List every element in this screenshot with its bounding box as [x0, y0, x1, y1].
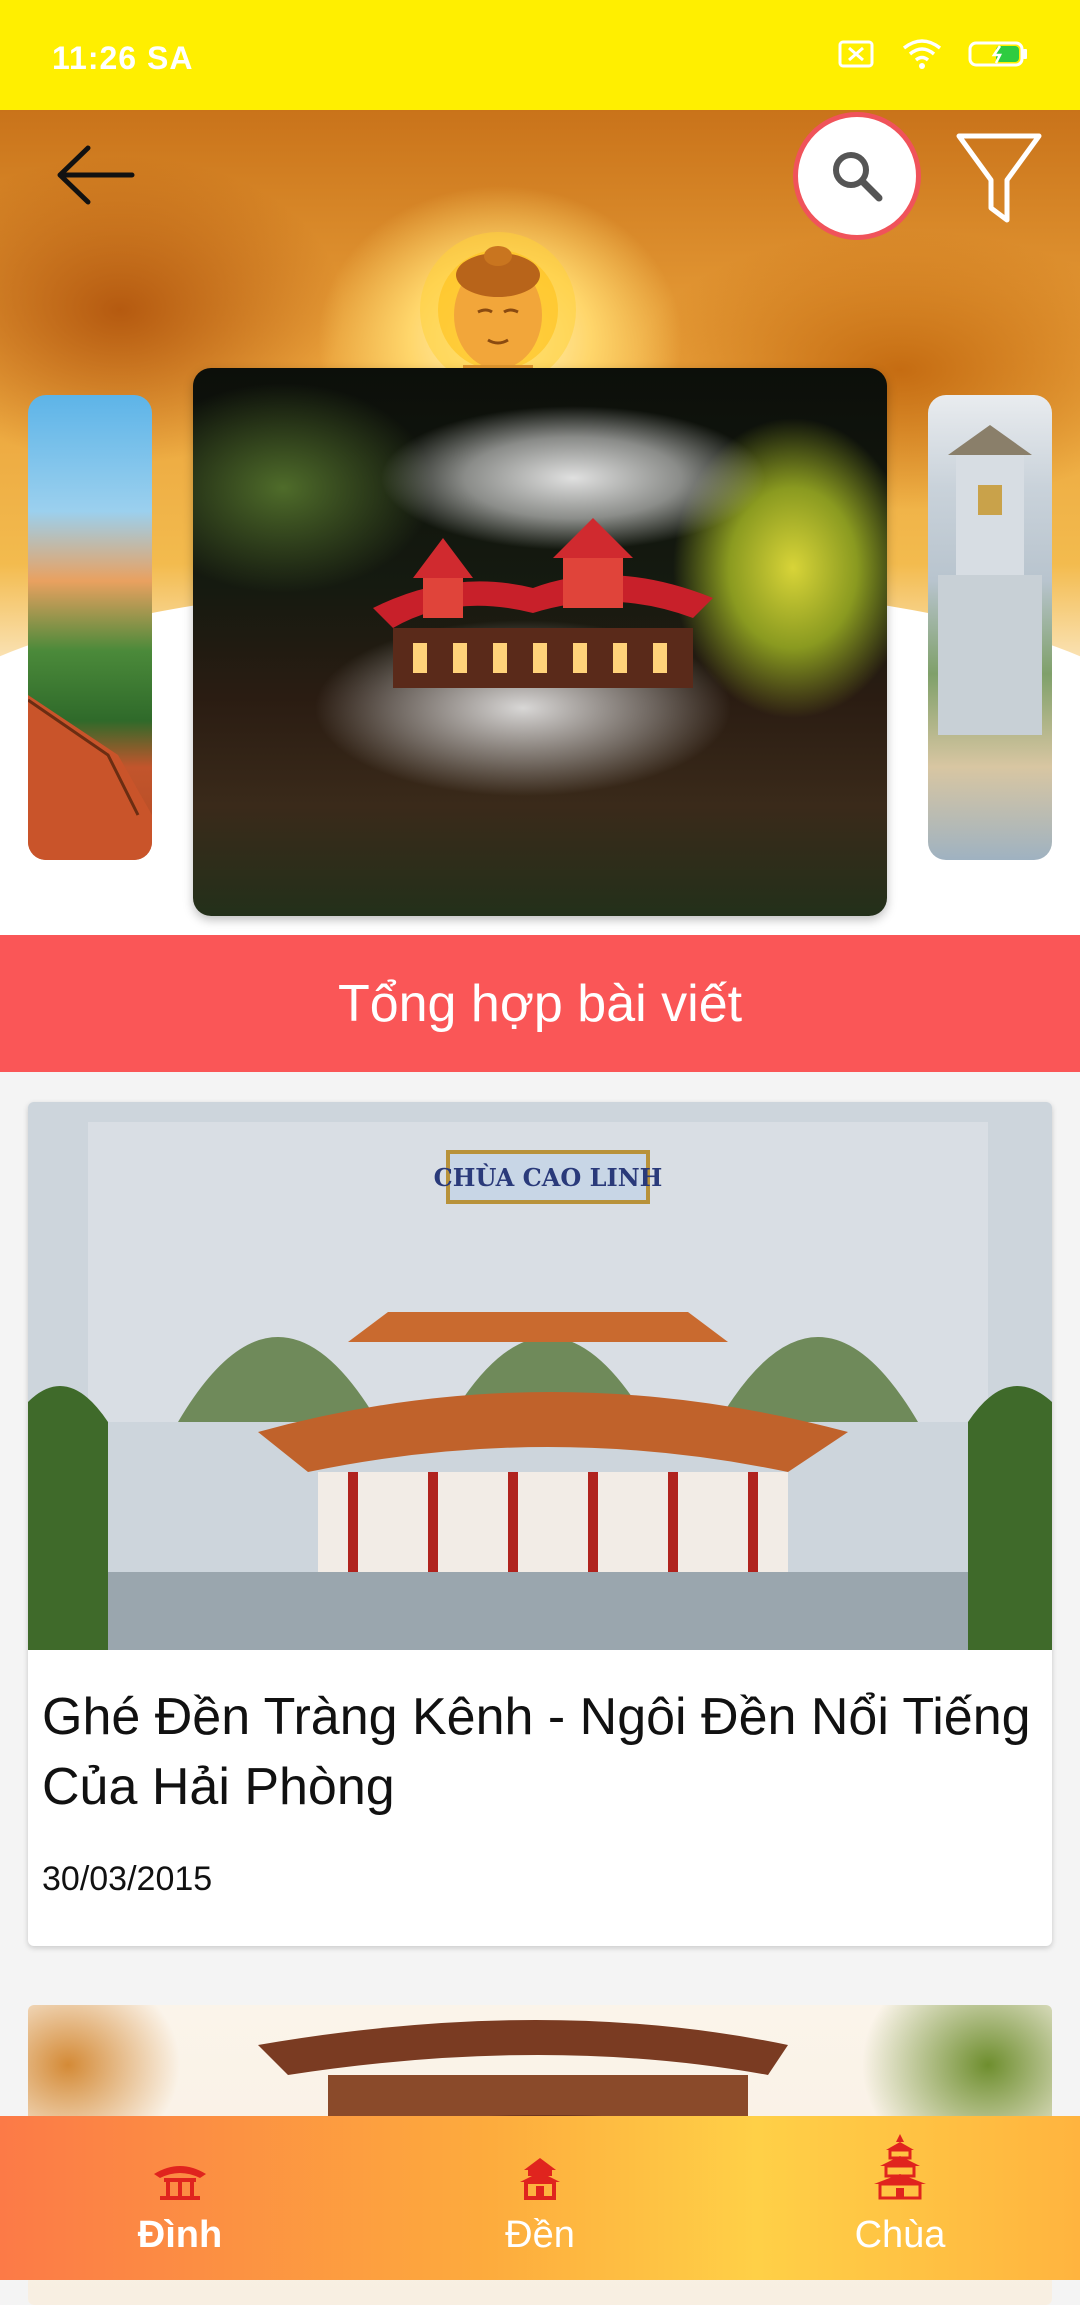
bottom-nav: Đình Đền Chùa — [0, 2116, 1080, 2280]
carousel-card-current[interactable] — [193, 368, 887, 916]
communal-house-icon — [154, 2166, 206, 2200]
nav-item-den[interactable]: Đền — [360, 2116, 720, 2280]
article-title[interactable]: Ghé Đền Tràng Kênh - Ngôi Đền Nổi Tiếng … — [42, 1682, 1032, 1822]
article-date: 30/03/2015 — [42, 1860, 213, 1898]
status-time: 11:26 SA — [52, 40, 194, 76]
gate-sign: CHÙA CAO LINH — [434, 1163, 663, 1192]
section-header: Tổng hợp bài viết — [0, 935, 1080, 1072]
nav-item-chua[interactable]: Chùa — [720, 2116, 1080, 2280]
carousel-card-previous[interactable] — [28, 395, 152, 860]
nav-label-den: Đền — [505, 2214, 575, 2256]
article-card[interactable]: CHÙA CAO LINH Ghé Đền Tràng Kênh - Ngôi … — [28, 1102, 1052, 1946]
arrow-left-icon — [57, 145, 135, 205]
temple-gate-image — [938, 425, 1042, 735]
funnel-icon — [956, 133, 1042, 223]
temple-icon — [520, 2158, 560, 2200]
wifi-icon — [902, 39, 942, 69]
section-title: Tổng hợp bài viết — [337, 974, 743, 1033]
status-bar: 11:26 SA — [0, 0, 1080, 110]
pagoda-photo: CHÙA CAO LINH — [28, 1102, 1052, 1650]
search-icon — [833, 152, 883, 202]
sim-x-icon — [838, 40, 874, 68]
article-image: CHÙA CAO LINH — [28, 1102, 1052, 1650]
nav-label-dinh: Đình — [137, 2214, 223, 2256]
search-button[interactable] — [793, 112, 921, 240]
nav-item-dinh[interactable]: Đình — [0, 2116, 360, 2280]
temple-aerial-image — [28, 695, 152, 860]
filter-button[interactable] — [955, 130, 1043, 226]
carousel-card-next[interactable] — [928, 395, 1052, 860]
pagoda-icon — [874, 2134, 926, 2200]
nav-label-chua: Chùa — [854, 2214, 946, 2256]
temple-night-image — [373, 518, 713, 688]
battery-charging-icon — [968, 41, 1027, 67]
back-button[interactable] — [52, 140, 142, 210]
status-icons — [834, 36, 1030, 72]
